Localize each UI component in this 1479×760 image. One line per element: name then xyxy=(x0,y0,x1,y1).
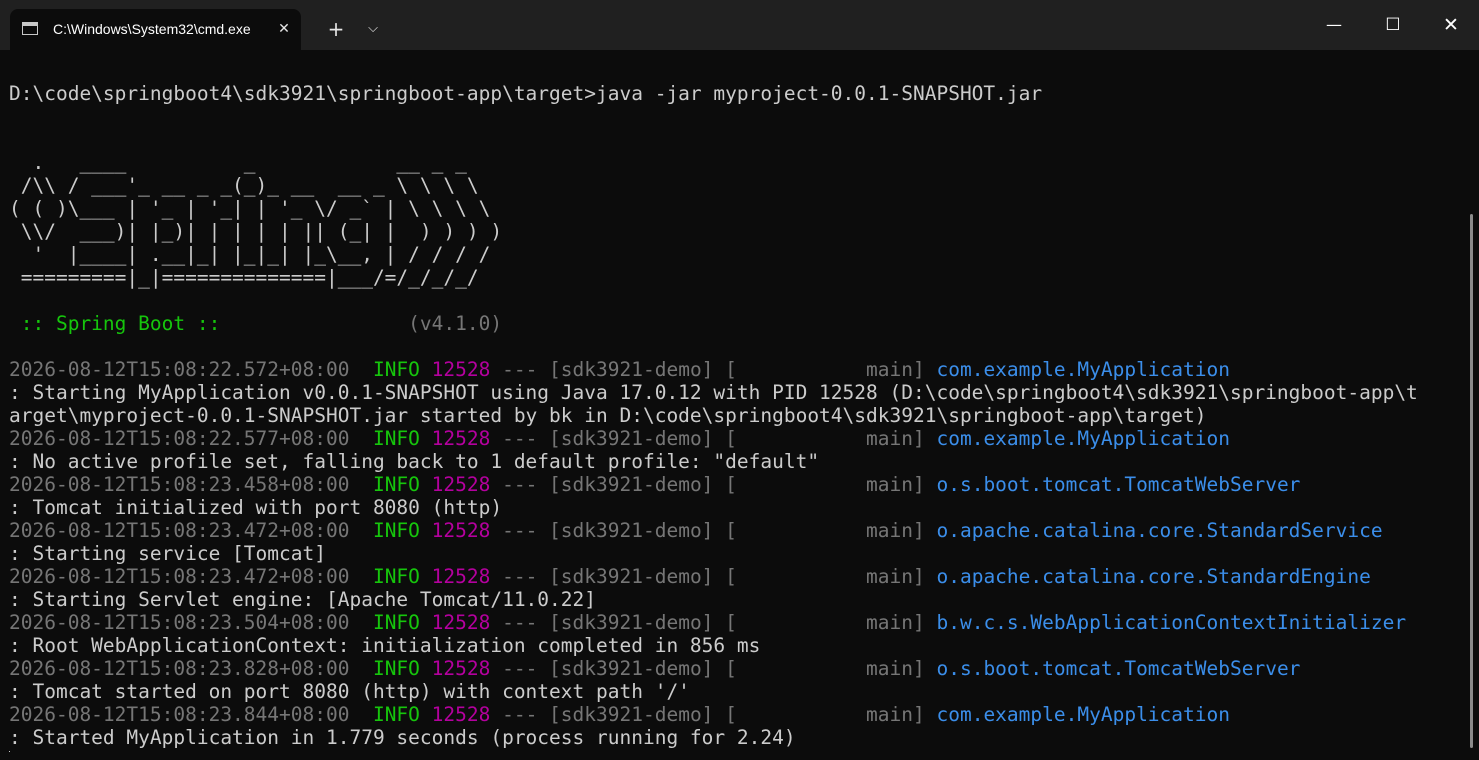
scrollbar-thumb[interactable] xyxy=(1470,214,1473,748)
log-pid: 12528 xyxy=(431,519,491,542)
banner-line: ' |____| .__|_| |_|_| |_\__, | / / / / xyxy=(9,243,491,266)
text-cursor xyxy=(9,751,10,752)
log-entry-header: 2026-08-12T15:08:23.504+08:00 INFO 12528… xyxy=(9,611,1454,634)
log-thread: --- [sdk3921-demo] [ main] xyxy=(490,611,937,634)
log-timestamp: 2026-08-12T15:08:22.572+08:00 xyxy=(9,358,373,381)
banner-line: \\/ ___)| |_)| | | | | || (_| | ) ) ) ) xyxy=(9,220,503,243)
banner-line: =========|_|==============|___/=/_/_/_/ xyxy=(9,266,479,289)
log-level: INFO xyxy=(372,565,432,588)
log-logger: o.apache.catalina.core.StandardEngine xyxy=(936,565,1371,588)
tab-cmd[interactable]: C:\Windows\System32\cmd.exe ✕ xyxy=(10,9,301,50)
log-timestamp: 2026-08-12T15:08:23.828+08:00 xyxy=(9,657,373,680)
log-pid: 12528 xyxy=(431,611,491,634)
log-logger: com.example.MyApplication xyxy=(936,358,1230,381)
command-prompt: D:\code\springboot4\sdk3921\springboot-a… xyxy=(9,82,1043,105)
log-message: : No active profile set, falling back to… xyxy=(9,450,820,473)
log-logger: com.example.MyApplication xyxy=(936,703,1230,726)
log-timestamp: 2026-08-12T15:08:23.472+08:00 xyxy=(9,519,373,542)
log-entry-header: 2026-08-12T15:08:22.572+08:00 INFO 12528… xyxy=(9,358,1454,381)
minimize-button[interactable]: — xyxy=(1305,0,1363,50)
log-level: INFO xyxy=(372,703,432,726)
log-timestamp: 2026-08-12T15:08:22.577+08:00 xyxy=(9,427,373,450)
banner-line: /\\ / ___'_ __ _ _(_)_ __ __ _ \ \ \ \ xyxy=(9,174,479,197)
log-entry-header: 2026-08-12T15:08:23.828+08:00 INFO 12528… xyxy=(9,657,1454,680)
spring-boot-label: :: Spring Boot :: xyxy=(9,312,233,335)
log-message: arget\myproject-0.0.1-SNAPSHOT.jar start… xyxy=(9,404,1207,427)
log-entry-header: 2026-08-12T15:08:23.472+08:00 INFO 12528… xyxy=(9,565,1454,588)
log-timestamp: 2026-08-12T15:08:23.844+08:00 xyxy=(9,703,373,726)
log-message: : Starting Servlet engine: [Apache Tomca… xyxy=(9,588,596,611)
log-level: INFO xyxy=(372,657,432,680)
close-button[interactable]: ✕ xyxy=(1422,0,1479,50)
log-entry-header: 2026-08-12T15:08:23.844+08:00 INFO 12528… xyxy=(9,703,1454,726)
log-logger: o.s.boot.tomcat.TomcatWebServer xyxy=(936,473,1301,496)
log-level: INFO xyxy=(372,519,432,542)
log-thread: --- [sdk3921-demo] [ main] xyxy=(490,565,937,588)
tab-close-button[interactable]: ✕ xyxy=(274,19,294,39)
tab-title: C:\Windows\System32\cmd.exe xyxy=(53,21,251,37)
new-tab-button[interactable]: + xyxy=(321,14,351,44)
log-thread: --- [sdk3921-demo] [ main] xyxy=(490,473,937,496)
log-pid: 12528 xyxy=(431,473,491,496)
log-message: : Starting MyApplication v0.0.1-SNAPSHOT… xyxy=(9,381,1418,404)
log-pid: 12528 xyxy=(431,427,491,450)
spring-banner: . ____ _ __ _ _ /\\ / ___'_ __ _ _(_)_ _… xyxy=(9,151,1454,289)
log-message: : Root WebApplicationContext: initializa… xyxy=(9,634,761,657)
log-message: : Tomcat started on port 8080 (http) wit… xyxy=(9,680,690,703)
log-pid: 12528 xyxy=(431,358,491,381)
terminal-window: C:\Windows\System32\cmd.exe ✕ + ⌵ — ☐ ✕ … xyxy=(0,0,1479,760)
title-bar[interactable]: C:\Windows\System32\cmd.exe ✕ + ⌵ — ☐ ✕ xyxy=(0,0,1479,50)
log-message: : Started MyApplication in 1.779 seconds… xyxy=(9,726,796,749)
log-output: 2026-08-12T15:08:22.572+08:00 INFO 12528… xyxy=(9,358,1454,749)
log-logger: o.apache.catalina.core.StandardService xyxy=(936,519,1383,542)
banner-line: ( ( )\___ | '_ | '_| | '_ \/ _` | \ \ \ … xyxy=(9,197,491,220)
chevron-down-icon[interactable]: ⌵ xyxy=(358,14,388,44)
log-level: INFO xyxy=(372,473,432,496)
log-pid: 12528 xyxy=(431,565,491,588)
log-logger: com.example.MyApplication xyxy=(936,427,1230,450)
spring-boot-line: :: Spring Boot :: (v4.1.0) xyxy=(9,312,1454,335)
log-level: INFO xyxy=(372,358,432,381)
spring-boot-version: (v4.1.0) xyxy=(232,312,503,335)
log-pid: 12528 xyxy=(431,703,491,726)
maximize-button[interactable]: ☐ xyxy=(1364,0,1422,50)
log-timestamp: 2026-08-12T15:08:23.458+08:00 xyxy=(9,473,373,496)
log-level: INFO xyxy=(372,611,432,634)
log-entry-header: 2026-08-12T15:08:23.472+08:00 INFO 12528… xyxy=(9,519,1454,542)
log-thread: --- [sdk3921-demo] [ main] xyxy=(490,358,937,381)
log-thread: --- [sdk3921-demo] [ main] xyxy=(490,703,937,726)
log-thread: --- [sdk3921-demo] [ main] xyxy=(490,519,937,542)
log-entry-header: 2026-08-12T15:08:23.458+08:00 INFO 12528… xyxy=(9,473,1454,496)
log-logger: b.w.c.s.WebApplicationContextInitializer xyxy=(936,611,1407,634)
log-thread: --- [sdk3921-demo] [ main] xyxy=(490,427,937,450)
log-entry-header: 2026-08-12T15:08:22.577+08:00 INFO 12528… xyxy=(9,427,1454,450)
terminal-icon xyxy=(22,22,38,35)
banner-line: . ____ _ __ _ _ xyxy=(9,151,467,174)
log-timestamp: 2026-08-12T15:08:23.472+08:00 xyxy=(9,565,373,588)
terminal-output[interactable]: D:\code\springboot4\sdk3921\springboot-a… xyxy=(9,82,1454,752)
input-line[interactable] xyxy=(9,749,1454,752)
log-thread: --- [sdk3921-demo] [ main] xyxy=(490,657,937,680)
log-timestamp: 2026-08-12T15:08:23.504+08:00 xyxy=(9,611,373,634)
log-level: INFO xyxy=(372,427,432,450)
log-message: : Starting service [Tomcat] xyxy=(9,542,326,565)
log-logger: o.s.boot.tomcat.TomcatWebServer xyxy=(936,657,1301,680)
log-message: : Tomcat initialized with port 8080 (htt… xyxy=(9,496,503,519)
log-pid: 12528 xyxy=(431,657,491,680)
